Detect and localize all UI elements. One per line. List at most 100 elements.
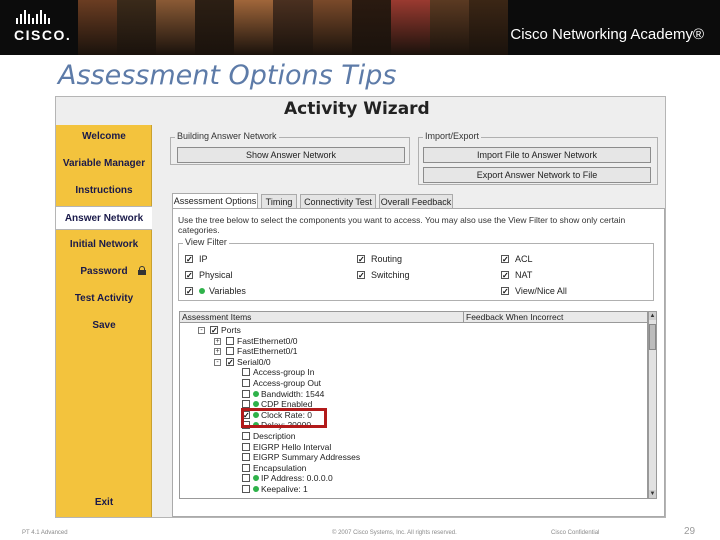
tab-overall-feedback[interactable]: Overall Feedback bbox=[379, 194, 453, 209]
tab-timing[interactable]: Timing bbox=[261, 194, 297, 209]
wizard-title: Activity Wizard bbox=[284, 99, 430, 119]
tree-row[interactable]: Encapsulation bbox=[242, 462, 307, 474]
sidebar-item-exit[interactable]: Exit bbox=[56, 491, 152, 515]
view-filter-legend: View Filter bbox=[183, 237, 229, 247]
collapse-icon[interactable]: - bbox=[214, 358, 221, 366]
filter-variables-label: Variables bbox=[209, 286, 246, 296]
filter-routing-label: Routing bbox=[371, 254, 403, 264]
tree-row-checkbox[interactable] bbox=[242, 389, 250, 398]
tree-row-label: EIGRP Hello Interval bbox=[253, 441, 332, 452]
expand-icon[interactable]: + bbox=[214, 348, 221, 356]
tree-scrollbar[interactable]: ▲ ▼ bbox=[648, 311, 657, 499]
student-photo bbox=[390, 0, 430, 55]
tree-row-checkbox[interactable] bbox=[226, 347, 234, 356]
tree-row[interactable]: EIGRP Summary Addresses bbox=[242, 453, 360, 463]
filter-variables-checkbox[interactable]: ✓ bbox=[185, 287, 193, 296]
tree-row[interactable]: ✓ Serial0/0 bbox=[226, 357, 271, 368]
tree-row[interactable]: EIGRP Hello Interval bbox=[242, 441, 332, 453]
student-photo-strip bbox=[78, 0, 509, 55]
show-answer-network-button[interactable]: Show Answer Network bbox=[177, 147, 405, 163]
sidebar-item-password[interactable]: Password bbox=[56, 260, 152, 284]
tree-row-checkbox[interactable] bbox=[242, 463, 250, 472]
tree-row-label: FastEthernet0/0 bbox=[237, 335, 298, 346]
export-file-button[interactable]: Export Answer Network to File bbox=[423, 167, 651, 183]
filter-view-all-label: View/Nice All bbox=[515, 286, 567, 296]
scroll-down-arrow-icon[interactable]: ▼ bbox=[649, 490, 656, 498]
col-feedback[interactable]: Feedback When Incorrect bbox=[464, 312, 647, 323]
cisco-logo: CISCO. bbox=[14, 10, 74, 44]
filter-physical-checkbox[interactable]: ✓ bbox=[185, 271, 193, 280]
sidebar-item-save[interactable]: Save bbox=[56, 314, 152, 338]
tree-row-label: Bandwidth: 1544 bbox=[261, 388, 325, 399]
import-file-button[interactable]: Import File to Answer Network bbox=[423, 147, 651, 163]
sidebar-item-welcome[interactable]: Welcome bbox=[56, 125, 152, 149]
tab-connectivity-test[interactable]: Connectivity Test bbox=[300, 194, 376, 209]
tree-row-label: Access-group Out bbox=[253, 378, 322, 388]
tree-row-checkbox[interactable] bbox=[242, 379, 250, 387]
student-photo bbox=[312, 0, 352, 55]
filter-acl-checkbox[interactable]: ✓ bbox=[501, 255, 509, 264]
view-filter-group: View Filter ✓ IP ✓ Routing ✓ ACL ✓ Physi… bbox=[178, 237, 654, 301]
filter-switching-checkbox[interactable]: ✓ bbox=[357, 271, 365, 280]
sidebar-item-variable-manager[interactable]: Variable Manager bbox=[56, 152, 152, 176]
tree-row[interactable]: FastEthernet0/0 bbox=[226, 335, 298, 347]
tree-row-label: Keepalive: 1 bbox=[261, 484, 308, 494]
sidebar-item-answer-network[interactable]: Answer Network bbox=[56, 206, 152, 230]
tree-row-checkbox[interactable] bbox=[242, 485, 250, 493]
lock-icon bbox=[138, 266, 146, 275]
tree-row[interactable]: Bandwidth: 1544 bbox=[242, 388, 325, 400]
cisco-bars-icon bbox=[16, 10, 74, 24]
expand-icon[interactable]: + bbox=[214, 337, 221, 345]
tree-row-checkbox[interactable] bbox=[242, 453, 250, 462]
filter-ip-checkbox[interactable]: ✓ bbox=[185, 255, 193, 264]
tree-row-label: IP Address: 0.0.0.0 bbox=[261, 473, 333, 484]
tree-row-checkbox[interactable] bbox=[242, 368, 250, 377]
tree-row-checkbox[interactable] bbox=[242, 432, 250, 440]
scroll-up-arrow-icon[interactable]: ▲ bbox=[649, 312, 656, 320]
tree-row-label: Description bbox=[253, 431, 296, 441]
filter-physical-label: Physical bbox=[199, 270, 233, 280]
header-banner: CISCO. Cisco Networking Academy® bbox=[0, 0, 720, 55]
tree-row[interactable]: Keepalive: 1 bbox=[242, 485, 308, 495]
student-photo bbox=[78, 0, 118, 55]
variable-dot-icon bbox=[253, 475, 259, 482]
tree-row-checkbox[interactable] bbox=[242, 400, 250, 409]
assessment-options-panel: Use the tree below to select the compone… bbox=[172, 208, 665, 517]
tree-row-checkbox[interactable] bbox=[242, 442, 250, 451]
tree-row[interactable]: ✓ Ports bbox=[210, 326, 241, 336]
tree-row-label: Encapsulation bbox=[253, 462, 307, 473]
footer-course: PT 4.1 Advanced bbox=[22, 530, 68, 536]
scroll-thumb[interactable] bbox=[649, 324, 656, 350]
sidebar-item-initial-network[interactable]: Initial Network bbox=[56, 233, 152, 257]
sidebar-item-instructions[interactable]: Instructions bbox=[56, 179, 152, 203]
clock-rate-highlight bbox=[241, 408, 327, 428]
tree-row[interactable]: Access-group Out bbox=[242, 379, 321, 389]
col-assessment-items[interactable]: Assessment Items bbox=[180, 312, 464, 323]
collapse-icon[interactable]: - bbox=[198, 327, 205, 334]
tree-row-checkbox[interactable]: ✓ bbox=[210, 326, 218, 335]
tree-row[interactable]: FastEthernet0/1 bbox=[226, 347, 297, 357]
tree-row-checkbox[interactable]: ✓ bbox=[226, 357, 234, 366]
tree-row-checkbox[interactable] bbox=[226, 336, 234, 345]
sidebar-item-test-activity[interactable]: Test Activity bbox=[56, 287, 152, 311]
filter-ip-label: IP bbox=[199, 254, 208, 264]
footer-copyright: © 2007 Cisco Systems, Inc. All rights re… bbox=[332, 530, 457, 536]
slide-title: Assessment Options Tips bbox=[58, 60, 397, 91]
student-photo bbox=[117, 0, 157, 55]
tree-row[interactable]: Description bbox=[242, 432, 296, 442]
student-photo bbox=[429, 0, 469, 55]
student-photo bbox=[195, 0, 235, 55]
import-export-group: Import/Export Import File to Answer Netw… bbox=[418, 131, 658, 185]
tree-row[interactable]: IP Address: 0.0.0.0 bbox=[242, 474, 333, 484]
filter-view-all-checkbox[interactable]: ✓ bbox=[501, 287, 509, 296]
filter-nat-checkbox[interactable]: ✓ bbox=[501, 271, 509, 280]
filter-nat-label: NAT bbox=[515, 270, 533, 280]
panel-description: Use the tree below to select the compone… bbox=[178, 215, 626, 235]
filter-routing-checkbox[interactable]: ✓ bbox=[357, 255, 365, 264]
academy-name: Cisco Networking Academy® bbox=[510, 26, 704, 43]
tab-assessment-options[interactable]: Assessment Options bbox=[172, 193, 258, 209]
footer-confidential: Cisco Confidential bbox=[551, 530, 600, 536]
tree-row-checkbox[interactable] bbox=[242, 474, 250, 483]
filter-acl-label: ACL bbox=[515, 254, 533, 264]
tree-row[interactable]: Access-group In bbox=[242, 368, 314, 378]
